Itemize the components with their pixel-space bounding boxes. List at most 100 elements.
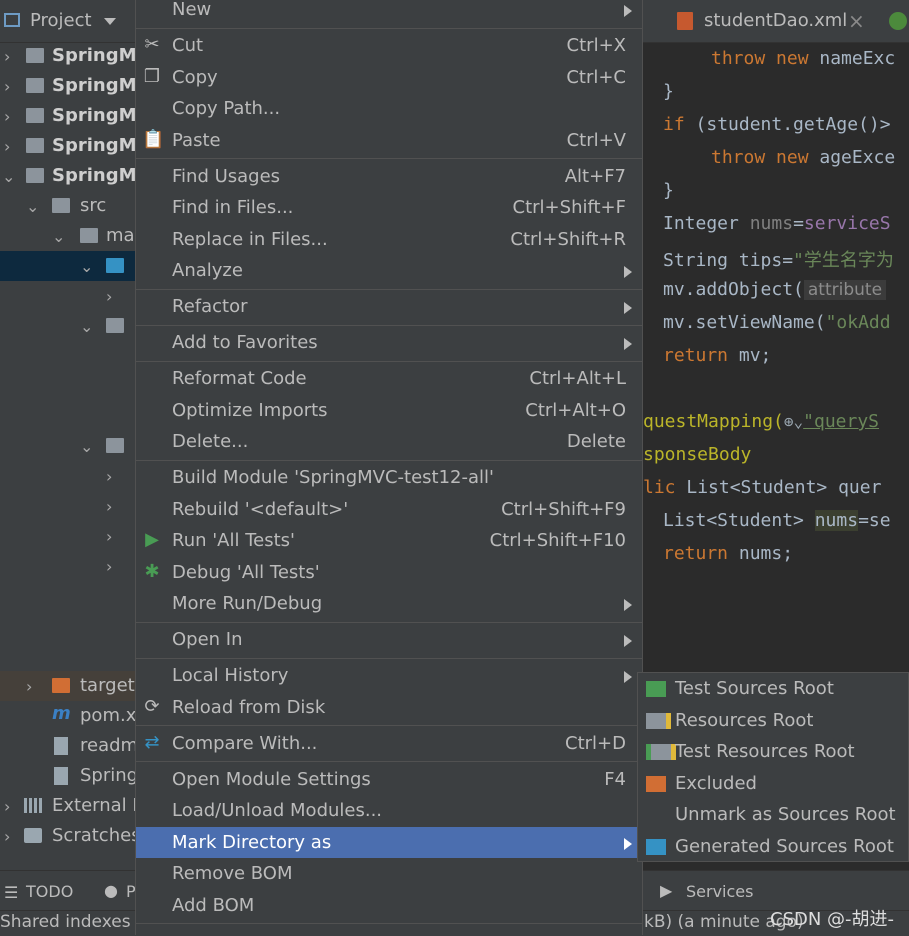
menu-item-debug-tests[interactable]: ✱ Debug 'All Tests' xyxy=(136,558,642,588)
todo-tab[interactable]: TODO xyxy=(26,882,73,901)
chevron-right-icon[interactable]: › xyxy=(4,47,10,66)
menu-separator xyxy=(136,923,642,924)
menu-separator xyxy=(136,460,642,461)
problems-icon: ● xyxy=(104,881,118,900)
submenu-item-unmark-sources-root[interactable]: Unmark as Sources Root xyxy=(638,799,908,830)
tree-item[interactable]: ⌄ xyxy=(0,431,135,461)
menu-item-rebuild[interactable]: Rebuild '<default>' Ctrl+Shift+F9 xyxy=(136,495,642,525)
xml-file-icon xyxy=(677,12,693,30)
status-left-text: Shared indexes xyxy=(0,912,131,932)
code-line: lic List<Student> quer xyxy=(643,477,882,498)
tree-item-module[interactable]: › SpringMVC- xyxy=(0,71,135,101)
menu-item-copy-path[interactable]: Copy Path... xyxy=(136,94,642,124)
tree-item-iml[interactable]: Spring xyxy=(0,761,135,791)
code-line: Integer nums=serviceS xyxy=(663,213,891,234)
menu-item-run-tests[interactable]: ▶ Run 'All Tests' Ctrl+Shift+F10 xyxy=(136,526,642,556)
chevron-right-icon[interactable]: › xyxy=(4,797,10,816)
module-folder-icon xyxy=(26,168,44,183)
menu-item-refactor[interactable]: Refactor xyxy=(136,292,642,322)
scissors-icon: ✂ xyxy=(144,34,160,55)
chevron-down-icon[interactable]: ⌄ xyxy=(26,197,39,216)
reload-icon: ⟳ xyxy=(144,696,160,717)
submenu-item-resources-root[interactable]: Resources Root xyxy=(638,705,908,736)
chevron-right-icon[interactable]: › xyxy=(106,497,112,516)
menu-item-find-in-files[interactable]: Find in Files... Ctrl+Shift+F xyxy=(136,193,642,223)
tree-item-pom[interactable]: m pom.xml xyxy=(0,701,135,731)
close-icon[interactable]: × xyxy=(848,9,865,33)
tree-item[interactable]: › xyxy=(0,461,135,491)
tree-item-label: main xyxy=(106,225,135,246)
chevron-down-icon[interactable]: ⌄ xyxy=(52,227,65,246)
menu-separator xyxy=(136,658,642,659)
tree-item-module[interactable]: › SpringMVC- xyxy=(0,41,135,71)
menu-item-replace-in-files[interactable]: Replace in Files... Ctrl+Shift+R xyxy=(136,225,642,255)
chevron-down-icon[interactable]: ⌄ xyxy=(80,437,93,456)
menu-item-reformat-code[interactable]: Reformat Code Ctrl+Alt+L xyxy=(136,364,642,394)
chevron-right-icon[interactable]: › xyxy=(106,467,112,486)
tree-item[interactable]: › xyxy=(0,491,135,521)
chevron-right-icon[interactable]: › xyxy=(106,557,112,576)
project-panel-header[interactable]: Project xyxy=(0,0,135,43)
library-icon xyxy=(24,798,42,813)
menu-item-reload-from-disk[interactable]: ⟳ Reload from Disk xyxy=(136,693,642,723)
menu-item-open-in[interactable]: Open In xyxy=(136,625,642,655)
submenu-item-generated-sources-root[interactable]: Generated Sources Root xyxy=(638,831,908,862)
chevron-right-icon[interactable]: › xyxy=(4,107,10,126)
chevron-down-icon[interactable]: ⌄ xyxy=(80,257,93,276)
chevron-down-icon[interactable]: ⌄ xyxy=(80,317,93,336)
menu-item-paste[interactable]: 📋 Paste Ctrl+V xyxy=(136,126,642,156)
chevron-right-icon[interactable]: › xyxy=(106,287,112,306)
menu-item-copy[interactable]: ❐ Copy Ctrl+C xyxy=(136,63,642,93)
tree-item[interactable]: ⌄ xyxy=(0,311,135,341)
tree-item[interactable]: › xyxy=(0,551,135,581)
menu-item-find-usages[interactable]: Find Usages Alt+F7 xyxy=(136,162,642,192)
code-line: String tips="学生名字为 xyxy=(663,250,894,271)
menu-item-remove-bom[interactable]: Remove BOM xyxy=(136,859,642,889)
chevron-right-icon[interactable]: › xyxy=(106,527,112,546)
menu-item-more-run-debug[interactable]: More Run/Debug xyxy=(136,589,642,619)
menu-item-compare-with[interactable]: ⇄ Compare With... Ctrl+D xyxy=(136,729,642,759)
menu-item-optimize-imports[interactable]: Optimize Imports Ctrl+Alt+O xyxy=(136,396,642,426)
tree-item-module[interactable]: › SpringMVC- xyxy=(0,131,135,161)
menu-item-delete[interactable]: Delete... Delete xyxy=(136,427,642,457)
menu-item-analyze[interactable]: Analyze xyxy=(136,256,642,286)
submenu-item-excluded[interactable]: Excluded xyxy=(638,768,908,799)
tree-item[interactable]: › xyxy=(0,521,135,551)
tree-item-external-libraries[interactable]: › External Libraries xyxy=(0,791,135,821)
menu-separator xyxy=(136,761,642,762)
menu-item-open-module-settings[interactable]: Open Module Settings F4 xyxy=(136,765,642,795)
submenu-item-test-resources-root[interactable]: Test Resources Root xyxy=(638,736,908,767)
menu-item-add-bom[interactable]: Add BOM xyxy=(136,891,642,921)
chevron-down-icon[interactable]: ⌄ xyxy=(2,167,15,186)
chevron-right-icon[interactable]: › xyxy=(26,677,32,696)
submenu-item-test-sources-root[interactable]: Test Sources Root xyxy=(638,673,908,704)
tree-item-readme[interactable]: readme xyxy=(0,731,135,761)
module-folder-icon xyxy=(26,78,44,93)
menu-item-mark-directory-as[interactable]: Mark Directory as xyxy=(136,827,642,858)
tree-item-src[interactable]: ⌄ src xyxy=(0,191,135,221)
excluded-folder-icon xyxy=(52,678,70,693)
green-folder-icon xyxy=(646,681,666,697)
chevron-down-icon[interactable] xyxy=(104,18,116,25)
menu-item-local-history[interactable]: Local History xyxy=(136,661,642,691)
project-window-icon xyxy=(4,13,20,27)
tree-item-selected[interactable]: ⌄ xyxy=(0,251,135,281)
menu-item-build-module[interactable]: Build Module 'SpringMVC-test12-all' xyxy=(136,463,642,493)
menu-item-load-unload-modules[interactable]: Load/Unload Modules... xyxy=(136,796,642,826)
services-tab[interactable]: Services xyxy=(686,882,753,901)
tree-item-target[interactable]: › target xyxy=(0,671,135,701)
chevron-right-icon[interactable]: › xyxy=(4,827,10,846)
chevron-right-icon[interactable]: › xyxy=(4,137,10,156)
menu-item-add-to-favorites[interactable]: Add to Favorites xyxy=(136,328,642,358)
tree-item-main[interactable]: ⌄ main xyxy=(0,221,135,251)
menu-item-new[interactable]: New xyxy=(136,0,642,25)
tree-item-module[interactable]: › SpringMVC- xyxy=(0,101,135,131)
tree-item-scratches[interactable]: › Scratches xyxy=(0,821,135,851)
chevron-right-icon[interactable]: › xyxy=(4,77,10,96)
project-panel: Project › SpringMVC- › SpringMVC- › Spri… xyxy=(0,0,135,870)
test-resources-folder-icon xyxy=(646,744,676,760)
tree-item[interactable]: › xyxy=(0,281,135,311)
tree-item-module[interactable]: ⌄ SpringMVC- xyxy=(0,161,135,191)
editor-tab-label[interactable]: studentDao.xml xyxy=(704,10,847,31)
menu-item-cut[interactable]: ✂ Cut Ctrl+X xyxy=(136,31,642,61)
